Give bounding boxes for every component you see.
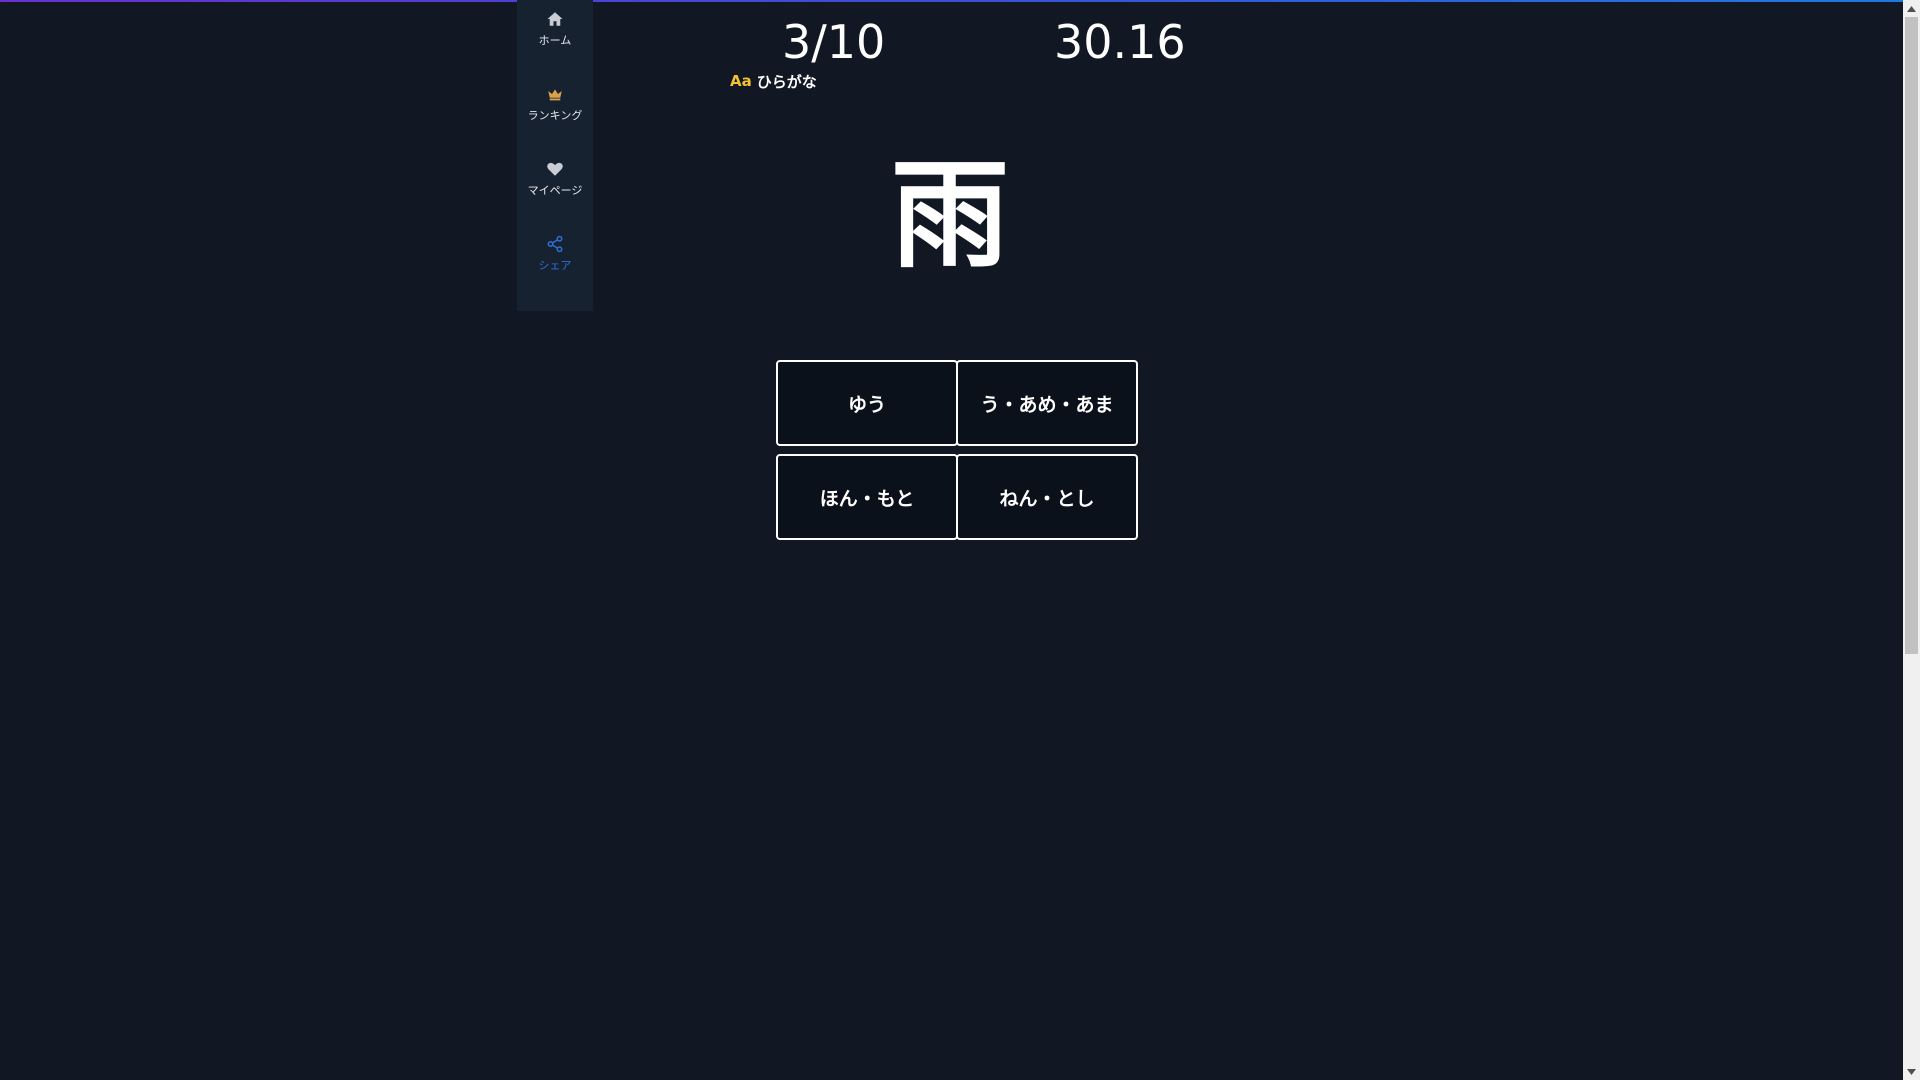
sidebar-item-label: ホーム [538,34,572,47]
question-progress: 3/10 [782,15,886,69]
sidebar-item-home[interactable]: ホーム [517,10,593,70]
font-mode-icon: Aa [730,72,752,90]
home-icon [547,12,563,26]
top-accent-bar [0,0,1903,2]
answer-mode-label: ひらがな [756,72,817,91]
answer-mode: Aa ひらがな [730,70,817,92]
sidebar-item-share[interactable]: シェア [517,235,593,295]
answer-choice-3[interactable]: ほん・もと [776,454,958,540]
question-kanji: 雨 [890,145,1009,284]
vertical-scrollbar[interactable] [1903,0,1920,1080]
sidebar-item-label: ランキング [527,109,583,122]
sidebar-item-label: マイページ [527,184,583,197]
scroll-up-button[interactable] [1903,0,1920,17]
answer-choice-1[interactable]: ゆう [776,360,958,446]
heart-icon [547,162,563,176]
scroll-down-button[interactable] [1903,1063,1920,1080]
timer: 30.16 [1054,15,1186,69]
scrollbar-thumb[interactable] [1905,17,1918,654]
sidebar-item-label: シェア [538,259,572,272]
arrow-down-icon [1907,1068,1916,1075]
arrow-up-icon [1907,5,1916,12]
answer-choice-2[interactable]: う・あめ・あま [956,360,1138,446]
crown-icon [548,89,562,101]
sidebar-item-ranking[interactable]: ランキング [517,85,593,145]
sidebar-item-mypage[interactable]: マイページ [517,160,593,220]
sidebar: ホーム ランキング マイページ シェア [517,0,593,311]
share-icon [547,235,563,253]
answer-choice-4[interactable]: ねん・とし [956,454,1138,540]
